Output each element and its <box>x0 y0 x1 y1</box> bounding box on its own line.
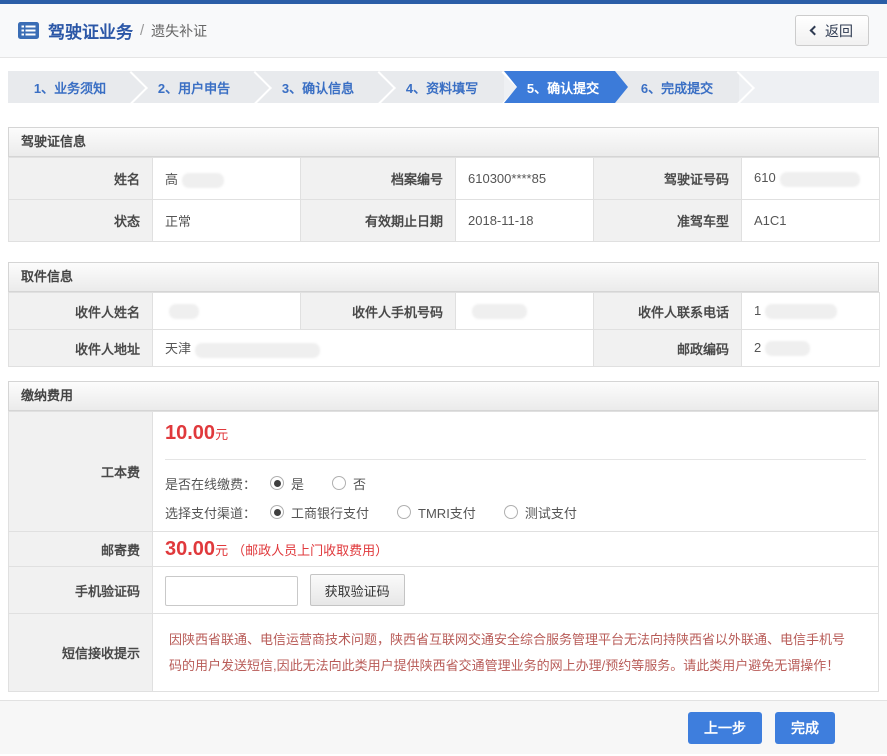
file-number-label: 档案编号 <box>301 158 456 200</box>
page-title: 驾驶证业务 <box>48 18 133 43</box>
vehicle-class-value: A1C1 <box>742 200 880 242</box>
status-label: 状态 <box>9 200 153 242</box>
recipient-address-label: 收件人地址 <box>9 330 153 367</box>
recipient-name-label: 收件人姓名 <box>9 293 153 330</box>
step-3-confirm-info[interactable]: 3、确认信息 <box>256 71 380 103</box>
sms-code-content: 获取验证码 <box>153 567 879 614</box>
radio-unchecked-icon <box>504 505 518 519</box>
license-number-label: 驾驶证号码 <box>594 158 742 200</box>
card-fee-content: 10.00元 是否在线缴费： 是 否 选择支付渠道： <box>153 412 879 532</box>
card-fee-amount: 10.00元 <box>165 418 866 447</box>
previous-step-button[interactable]: 上一步 <box>688 712 762 744</box>
redacted-value <box>169 304 199 319</box>
recipient-phone-label: 收件人联系电话 <box>594 293 742 330</box>
name-label: 姓名 <box>9 158 153 200</box>
recipient-mobile-label: 收件人手机号码 <box>301 293 456 330</box>
breadcrumb-divider: / <box>140 22 144 39</box>
sms-notice-text: 因陕西省联通、电信运营商技术问题，陕西省互联网交通安全综合服务管理平台无法向持陕… <box>165 621 866 685</box>
license-info-table: 姓名 高 档案编号 610300****85 驾驶证号码 610 状态 正常 有… <box>8 157 880 242</box>
page-header: 驾驶证业务 / 遗失补证 返回 <box>0 4 887 58</box>
postage-content: 30.00元 （邮政人员上门收取费用） <box>153 532 879 567</box>
online-pay-no-radio[interactable]: 否 <box>332 474 366 493</box>
footer-action-bar: 上一步 完成 <box>0 700 887 754</box>
redacted-value <box>765 341 810 356</box>
zip-code-value: 2 <box>742 330 880 367</box>
radio-unchecked-icon <box>397 505 411 519</box>
license-menu-icon <box>18 22 39 39</box>
radio-checked-icon <box>270 476 284 490</box>
postage-note: （邮政人员上门收取费用） <box>232 543 388 558</box>
zip-code-label: 邮政编码 <box>594 330 742 367</box>
step-bar-filler <box>739 71 879 103</box>
pickup-section-title: 取件信息 <box>8 262 879 292</box>
online-pay-question-row: 是否在线缴费： 是 否 <box>165 474 866 493</box>
table-row: 状态 正常 有效期止日期 2018-11-18 准驾车型 A1C1 <box>9 200 880 242</box>
sms-code-input[interactable] <box>165 576 298 606</box>
vehicle-class-label: 准驾车型 <box>594 200 742 242</box>
payment-section: 缴纳费用 工本费 10.00元 是否在线缴费： 是 否 <box>8 381 879 692</box>
back-button-label: 返回 <box>825 21 853 41</box>
sms-code-row: 手机验证码 获取验证码 <box>9 567 879 614</box>
step-wizard: 1、业务须知 2、用户申告 3、确认信息 4、资料填写 5、确认提交 6、完成提… <box>8 71 879 103</box>
pay-channel-question-row: 选择支付渠道： 工商银行支付 TMRI支付 测试支付 <box>165 503 866 522</box>
channel-tmri-radio[interactable]: TMRI支付 <box>397 503 476 522</box>
radio-checked-icon <box>270 505 284 519</box>
channel-test-radio[interactable]: 测试支付 <box>504 503 577 522</box>
card-fee-label: 工本费 <box>9 412 153 532</box>
status-value: 正常 <box>153 200 301 242</box>
step-1-business-notice[interactable]: 1、业务须知 <box>8 71 132 103</box>
pickup-info-section: 取件信息 收件人姓名 收件人手机号码 收件人联系电话 1 收件人地址 天津 邮政… <box>8 262 879 367</box>
redacted-value <box>195 343 320 358</box>
card-fee-row: 工本费 10.00元 是否在线缴费： 是 否 <box>9 412 879 532</box>
sms-notice-row: 短信接收提示 因陕西省联通、电信运营商技术问题，陕西省互联网交通安全综合服务管理… <box>9 614 879 692</box>
postage-fee-row: 邮寄费 30.00元 （邮政人员上门收取费用） <box>9 532 879 567</box>
table-row: 收件人地址 天津 邮政编码 2 <box>9 330 880 367</box>
redacted-value <box>765 304 837 319</box>
expiry-date-label: 有效期止日期 <box>301 200 456 242</box>
recipient-address-value: 天津 <box>153 330 594 367</box>
table-row: 收件人姓名 收件人手机号码 收件人联系电话 1 <box>9 293 880 330</box>
license-number-value: 610 <box>742 158 880 200</box>
sms-notice-content: 因陕西省联通、电信运营商技术问题，陕西省互联网交通安全综合服务管理平台无法向持陕… <box>153 614 879 692</box>
pay-channel-question: 选择支付渠道： <box>165 503 256 522</box>
table-row: 姓名 高 档案编号 610300****85 驾驶证号码 610 <box>9 158 880 200</box>
channel-icbc-radio[interactable]: 工商银行支付 <box>270 503 369 522</box>
payment-table: 工本费 10.00元 是否在线缴费： 是 否 <box>8 411 879 692</box>
expiry-date-value: 2018-11-18 <box>456 200 594 242</box>
redacted-value <box>182 173 224 188</box>
finish-button[interactable]: 完成 <box>775 712 835 744</box>
back-button[interactable]: 返回 <box>795 15 869 46</box>
radio-unchecked-icon <box>332 476 346 490</box>
online-pay-question: 是否在线缴费： <box>165 474 256 493</box>
recipient-mobile-value <box>456 293 594 330</box>
divider <box>165 459 866 460</box>
sms-notice-label: 短信接收提示 <box>9 614 153 692</box>
recipient-name-value <box>153 293 301 330</box>
chevron-left-icon <box>810 26 820 36</box>
get-code-button[interactable]: 获取验证码 <box>310 574 405 606</box>
pickup-info-table: 收件人姓名 收件人手机号码 收件人联系电话 1 收件人地址 天津 邮政编码 2 <box>8 292 880 367</box>
name-value: 高 <box>153 158 301 200</box>
step-4-fill-data[interactable]: 4、资料填写 <box>380 71 504 103</box>
license-info-section: 驾驶证信息 姓名 高 档案编号 610300****85 驾驶证号码 610 状… <box>8 127 879 242</box>
online-pay-yes-radio[interactable]: 是 <box>270 474 304 493</box>
redacted-value <box>780 172 860 187</box>
redacted-value <box>472 304 527 319</box>
breadcrumb-current: 遗失补证 <box>151 21 207 41</box>
postage-label: 邮寄费 <box>9 532 153 567</box>
file-number-value: 610300****85 <box>456 158 594 200</box>
step-2-user-declaration[interactable]: 2、用户申告 <box>132 71 256 103</box>
payment-section-title: 缴纳费用 <box>8 381 879 411</box>
sms-code-label: 手机验证码 <box>9 567 153 614</box>
step-6-finish-submit[interactable]: 6、完成提交 <box>615 71 739 103</box>
step-5-confirm-submit[interactable]: 5、确认提交 <box>504 71 628 103</box>
postage-amount: 30.00元 <box>165 539 228 560</box>
license-section-title: 驾驶证信息 <box>8 127 879 157</box>
recipient-phone-value: 1 <box>742 293 880 330</box>
